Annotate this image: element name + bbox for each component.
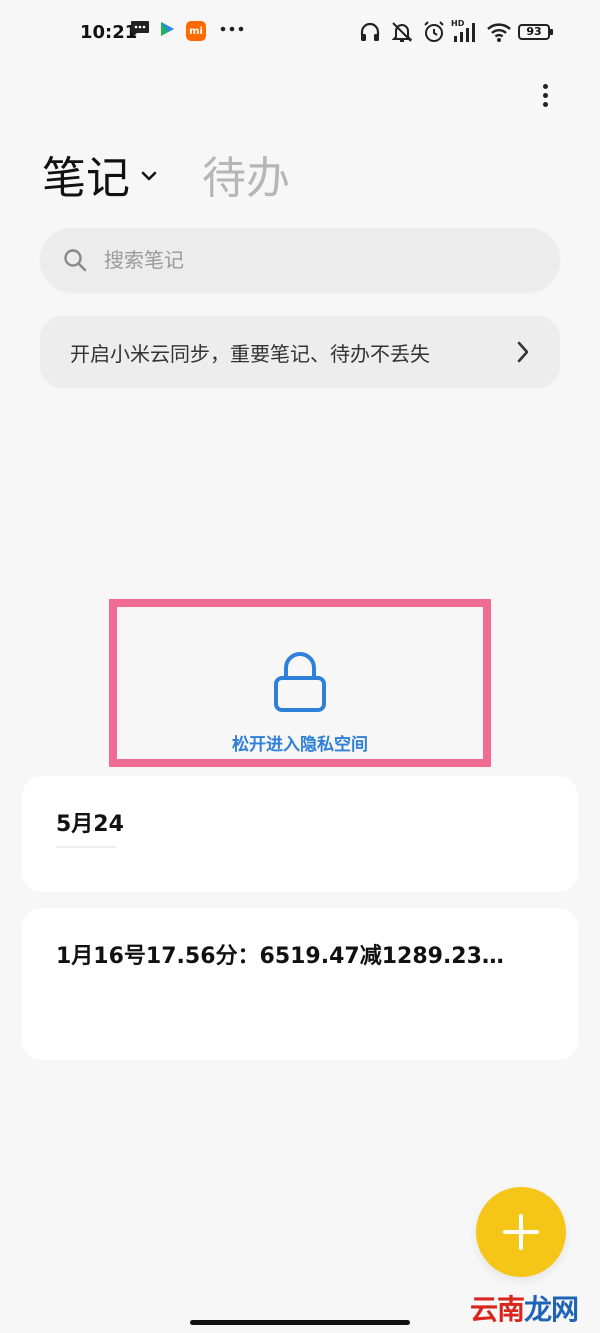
site-watermark: 云南龙网 (470, 1288, 579, 1328)
cloud-sync-label: 开启小米云同步，重要笔记、待办不丢失 (70, 341, 430, 366)
battery-indicator: 93 (518, 24, 553, 40)
mute-icon (390, 20, 414, 44)
alarm-icon (422, 20, 446, 44)
note-card[interactable]: 1月16号17.56分：6519.47减1289.23… (22, 908, 578, 1060)
more-dot-icon (542, 101, 548, 107)
search-input[interactable] (102, 247, 526, 273)
lock-icon (274, 652, 326, 712)
cloud-sync-banner[interactable]: 开启小米云同步，重要笔记、待办不丢失 (40, 316, 560, 388)
note-title: 5月24 (56, 812, 124, 837)
add-note-button[interactable] (476, 1187, 566, 1277)
mi-app-icon: mi (186, 21, 206, 41)
plus-icon (503, 1214, 539, 1250)
tab-todo[interactable]: 待办 (202, 142, 290, 206)
wifi-icon (486, 20, 512, 44)
tab-notes[interactable]: 笔记 (42, 142, 160, 206)
message-icon (130, 20, 150, 38)
signal-icon: HD (450, 18, 480, 44)
home-indicator[interactable] (190, 1320, 410, 1325)
watermark-part-b: 龙网 (524, 1293, 579, 1326)
chevron-down-icon (141, 171, 157, 181)
video-app-icon (158, 20, 176, 38)
watermark-part-a: 云南 (470, 1293, 525, 1326)
search-bar[interactable] (40, 228, 560, 292)
chevron-right-icon (517, 341, 529, 363)
note-title: 1月16号17.56分：6519.47减1289.23… (56, 944, 504, 969)
more-notifications-icon (218, 20, 246, 38)
svg-text:HD: HD (451, 19, 465, 28)
headset-icon (358, 20, 382, 44)
note-preview-placeholder (56, 846, 116, 848)
more-dot-icon (542, 83, 548, 89)
status-bar: 10:21 mi HD 93 (0, 0, 600, 68)
privacy-space-hint: 松开进入隐私空间 (232, 735, 368, 755)
search-icon (64, 249, 87, 272)
more-dot-icon (542, 92, 548, 98)
status-time: 10:21 (80, 22, 138, 43)
note-card[interactable]: 5月24 (22, 776, 578, 892)
more-options-button[interactable] (530, 78, 560, 112)
tab-notes-label: 笔记 (42, 153, 130, 204)
